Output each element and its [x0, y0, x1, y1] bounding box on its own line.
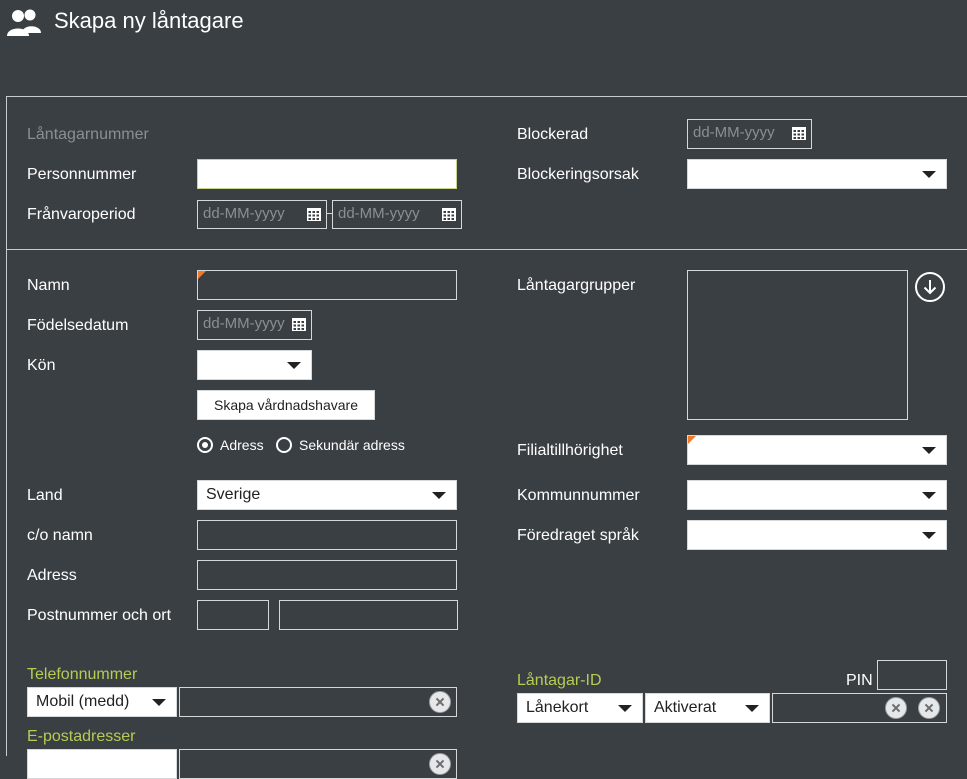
absence-from-date-input[interactable]: dd-MM-yyyy: [197, 200, 327, 229]
users-icon: [7, 9, 41, 36]
language-select[interactable]: [687, 520, 947, 550]
blocked-placeholder: dd-MM-yyyy: [693, 124, 775, 141]
absence-to-date-input[interactable]: dd-MM-yyyy: [332, 200, 462, 229]
address-radio[interactable]: [197, 437, 213, 453]
calendar-clear-icon[interactable]: [885, 697, 907, 719]
calendar-icon[interactable]: [792, 127, 806, 140]
chevron-down-icon: [618, 705, 632, 712]
postal-code-input[interactable]: [197, 600, 269, 630]
arrow-down-icon: [923, 280, 937, 295]
chevron-down-icon: [922, 532, 936, 539]
radio-selected-dot: [202, 442, 208, 448]
address-label: Adress: [27, 567, 77, 584]
id-status-select[interactable]: Aktiverat: [645, 693, 770, 723]
clear-icon[interactable]: [429, 753, 451, 775]
borrower-id-label: Låntagar-ID: [517, 672, 602, 689]
absence-from-placeholder: dd-MM-yyyy: [203, 205, 285, 222]
chevron-down-icon: [745, 705, 759, 712]
country-value: Sverige: [206, 486, 261, 503]
calendar-icon[interactable]: [442, 208, 456, 221]
co-name-label: c/o namn: [27, 527, 93, 544]
form-border-top: [6, 96, 967, 97]
municipality-select[interactable]: [687, 480, 947, 510]
branch-label: Filialtillhörighet: [517, 442, 623, 459]
section-divider: [6, 249, 967, 250]
required-marker: [688, 436, 696, 444]
branch-select[interactable]: [687, 435, 947, 465]
create-guardian-button[interactable]: Skapa vårdnadshavare: [197, 390, 375, 420]
co-name-input[interactable]: [197, 520, 457, 550]
pin-input[interactable]: [877, 660, 947, 690]
id-status-value: Aktiverat: [654, 699, 717, 716]
email-type-select[interactable]: [27, 749, 177, 779]
birthdate-label: Födelsedatum: [27, 317, 129, 334]
chevron-down-icon: [287, 362, 301, 369]
chevron-down-icon: [922, 447, 936, 454]
chevron-down-icon: [152, 699, 166, 706]
borrower-groups-label: Låntagargrupper: [517, 277, 636, 294]
arrow-down-circle-icon[interactable]: [915, 272, 945, 302]
email-input[interactable]: [179, 749, 457, 779]
calendar-icon[interactable]: [292, 318, 306, 331]
country-label: Land: [27, 487, 63, 504]
personal-number-input[interactable]: [197, 159, 457, 189]
absence-to-placeholder: dd-MM-yyyy: [338, 205, 420, 222]
postal-label: Postnummer och ort: [27, 607, 172, 624]
pin-label: PIN: [846, 672, 873, 689]
required-marker: [198, 271, 206, 279]
chevron-down-icon: [922, 171, 936, 178]
chevron-down-icon: [922, 492, 936, 499]
phone-number-input[interactable]: [179, 687, 457, 717]
birthdate-input[interactable]: dd-MM-yyyy: [197, 310, 312, 340]
gender-select[interactable]: [197, 350, 312, 380]
birthdate-placeholder: dd-MM-yyyy: [203, 315, 285, 332]
email-section-label: E-postadresser: [27, 728, 136, 745]
address-radio-label[interactable]: Adress: [220, 437, 264, 453]
name-label: Namn: [27, 277, 70, 294]
municipality-label: Kommunnummer: [517, 487, 640, 504]
blocked-date-input[interactable]: dd-MM-yyyy: [687, 119, 812, 149]
secondary-address-radio-label[interactable]: Sekundär adress: [299, 437, 405, 453]
personal-number-label: Personnummer: [27, 166, 137, 183]
borrower-number-label: Låntagarnummer: [27, 126, 149, 143]
borrower-groups-list[interactable]: [687, 270, 908, 420]
id-type-value: Lånekort: [526, 699, 589, 716]
language-label: Föredraget språk: [517, 527, 639, 544]
block-reason-label: Blockeringsorsak: [517, 166, 639, 183]
phone-type-value: Mobil (medd): [36, 693, 130, 710]
city-input[interactable]: [279, 600, 458, 630]
calendar-icon[interactable]: [307, 208, 321, 221]
phone-type-select[interactable]: Mobil (medd): [27, 687, 177, 717]
block-reason-select[interactable]: [687, 159, 947, 189]
id-type-select[interactable]: Lånekort: [517, 693, 643, 723]
address-input[interactable]: [197, 560, 457, 590]
form-border-left: [6, 96, 7, 756]
gender-label: Kön: [27, 357, 56, 374]
country-select[interactable]: Sverige: [197, 480, 457, 510]
clear-icon[interactable]: [429, 691, 451, 713]
borrower-id-input[interactable]: [772, 693, 947, 723]
chevron-down-icon: [432, 492, 446, 499]
phone-section-label: Telefonnummer: [27, 666, 138, 683]
clear-icon[interactable]: [918, 697, 940, 719]
page-title: Skapa ny låntagare: [54, 8, 244, 33]
absence-period-label: Frånvaroperiod: [27, 206, 136, 223]
secondary-address-radio[interactable]: [276, 437, 292, 453]
name-input[interactable]: [197, 270, 457, 300]
blocked-label: Blockerad: [517, 126, 589, 143]
